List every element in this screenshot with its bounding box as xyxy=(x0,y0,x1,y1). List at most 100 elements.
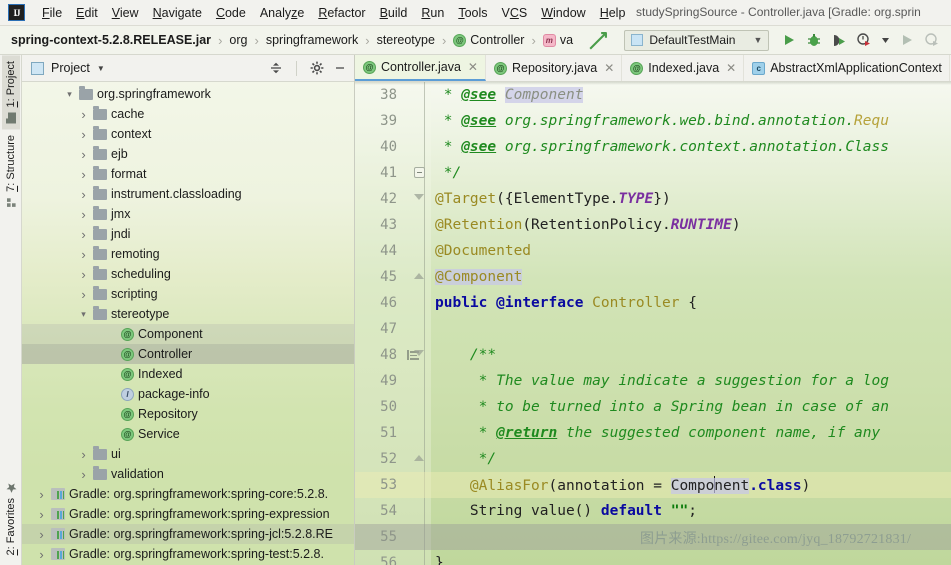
editor-tab-bar[interactable]: @ Controller.java ✕ @ Repository.java ✕ @ Index… xyxy=(355,55,951,82)
tree-item[interactable]: › Gradle: org.springframework:spring-core… xyxy=(22,484,354,504)
close-icon[interactable]: ✕ xyxy=(468,60,478,74)
sidebar-item-favorites[interactable]: 2: Favorites xyxy=(2,476,20,561)
chevron-right-icon[interactable]: › xyxy=(78,107,89,122)
tree-item[interactable]: › jndi xyxy=(22,224,354,244)
code-line[interactable]: 48 /** xyxy=(355,342,951,368)
code-line[interactable]: 51 * @return the suggested component nam… xyxy=(355,420,951,446)
debug-icon[interactable] xyxy=(806,32,822,48)
tree-item[interactable]: › instrument.classloading xyxy=(22,184,354,204)
profile-dropdown-icon[interactable] xyxy=(881,32,890,48)
tree-item[interactable]: › scheduling xyxy=(22,264,354,284)
tree-item[interactable]: › ejb xyxy=(22,144,354,164)
chevron-down-icon[interactable]: ▼ xyxy=(97,64,105,73)
gear-icon[interactable] xyxy=(309,60,325,76)
breadcrumb-controller[interactable]: @ Controller xyxy=(450,32,527,48)
menu-refactor[interactable]: Refactor xyxy=(311,4,372,22)
menu-vcs[interactable]: VCS xyxy=(495,4,535,22)
gutter-mark[interactable] xyxy=(405,264,431,290)
chevron-right-icon[interactable]: › xyxy=(36,507,47,522)
menu-tools[interactable]: Tools xyxy=(451,4,494,22)
chevron-right-icon[interactable]: › xyxy=(78,467,89,482)
close-icon[interactable]: ✕ xyxy=(726,61,736,75)
menu-edit[interactable]: Edit xyxy=(69,4,105,22)
chevron-down-icon[interactable]: ▾ xyxy=(78,309,89,320)
tree-item[interactable]: @ Service xyxy=(22,424,354,444)
code-line[interactable]: 50 * to be turned into a Spring bean in … xyxy=(355,394,951,420)
tree-item[interactable]: Ipackage-info xyxy=(22,384,354,404)
menu-analyze[interactable]: Analyze xyxy=(253,4,311,22)
chevron-right-icon[interactable]: › xyxy=(78,147,89,162)
chevron-right-icon[interactable]: › xyxy=(36,487,47,502)
tree-item[interactable]: › scripting xyxy=(22,284,354,304)
code-line[interactable]: 41 */ xyxy=(355,160,951,186)
breadcrumb-springframework[interactable]: springframework xyxy=(263,32,361,48)
tree-item[interactable]: › ui xyxy=(22,444,354,464)
tree-item[interactable]: @ Repository xyxy=(22,404,354,424)
menu-navigate[interactable]: Navigate xyxy=(146,4,209,22)
tree-item[interactable]: @ Indexed xyxy=(22,364,354,384)
fold-expand-icon[interactable] xyxy=(414,350,424,356)
code-line[interactable]: 44 @Documented xyxy=(355,238,951,264)
collapse-all-icon[interactable] xyxy=(268,60,284,76)
tree-item[interactable]: › context xyxy=(22,124,354,144)
code-line[interactable]: 38 * @see Component xyxy=(355,82,951,108)
minimize-icon[interactable] xyxy=(332,60,348,76)
tree-item[interactable]: @ Component xyxy=(22,324,354,344)
chevron-right-icon[interactable]: › xyxy=(78,187,89,202)
run-with-coverage-icon[interactable] xyxy=(831,32,847,48)
project-tree[interactable]: ▾ org.springframework › cache › context › ejb › f… xyxy=(22,82,354,565)
code-line[interactable]: 39 * @see org.springframework.web.bind.a… xyxy=(355,108,951,134)
chevron-right-icon[interactable]: › xyxy=(36,547,47,562)
menu-help[interactable]: Help xyxy=(593,4,633,22)
editor-tab[interactable]: @ Repository.java ✕ xyxy=(486,55,623,81)
close-icon[interactable]: ✕ xyxy=(604,61,614,75)
code-line[interactable]: 52 */ xyxy=(355,446,951,472)
code-line[interactable]: 40 * @see org.springframework.context.an… xyxy=(355,134,951,160)
gutter-mark[interactable] xyxy=(405,342,431,368)
chevron-right-icon[interactable]: › xyxy=(78,247,89,262)
code-line[interactable]: 47 xyxy=(355,316,951,342)
tree-item[interactable]: › remoting xyxy=(22,244,354,264)
chevron-right-icon[interactable]: › xyxy=(78,207,89,222)
code-line[interactable]: 49 * The value may indicate a suggestion… xyxy=(355,368,951,394)
editor-tab[interactable]: c AbstractXmlApplicationContext xyxy=(744,55,950,81)
fold-collapse-icon[interactable] xyxy=(414,167,425,178)
chevron-right-icon[interactable]: › xyxy=(78,167,89,182)
menu-file[interactable]: File xyxy=(35,4,69,22)
chevron-right-icon[interactable]: › xyxy=(78,227,89,242)
code-line-selected[interactable]: 55 xyxy=(355,524,951,550)
code-line[interactable]: 56 } xyxy=(355,550,951,565)
menu-view[interactable]: View xyxy=(105,4,146,22)
breadcrumb-method[interactable]: m va xyxy=(540,32,576,48)
tree-item[interactable]: › validation xyxy=(22,464,354,484)
fold-expand-icon[interactable] xyxy=(414,194,424,200)
gutter-mark[interactable] xyxy=(405,186,431,212)
chevron-right-icon[interactable]: › xyxy=(78,267,89,282)
menu-code[interactable]: Code xyxy=(209,4,253,22)
code-line[interactable]: 42 @Target({ElementType.TYPE}) xyxy=(355,186,951,212)
code-line[interactable]: 46 public @interface Controller { xyxy=(355,290,951,316)
code-line[interactable]: 45 @Component xyxy=(355,264,951,290)
editor-tab[interactable]: @ Indexed.java ✕ xyxy=(622,55,745,81)
breadcrumb-org[interactable]: org xyxy=(226,32,250,48)
tree-item[interactable]: ▾ org.springframework xyxy=(22,84,354,104)
fold-collapse-icon[interactable] xyxy=(414,273,424,279)
sidebar-item-project[interactable]: 1: Project xyxy=(1,55,20,130)
editor-tab[interactable]: @ Controller.java ✕ xyxy=(355,55,486,81)
breadcrumb-stereotype[interactable]: stereotype xyxy=(374,32,438,48)
code-line[interactable]: 54 String value() default ""; xyxy=(355,498,951,524)
code-viewport[interactable]: 38 * @see Component 39 * @see org.spring… xyxy=(355,82,951,565)
code-line[interactable]: 43 @Retention(RetentionPolicy.RUNTIME) xyxy=(355,212,951,238)
gutter-mark[interactable] xyxy=(405,160,431,186)
tree-item[interactable]: › Gradle: org.springframework:spring-test… xyxy=(22,544,354,564)
tree-item[interactable]: @ Controller xyxy=(22,344,354,364)
chevron-right-icon[interactable]: › xyxy=(78,127,89,142)
fold-collapse-icon[interactable] xyxy=(414,455,424,461)
run-icon[interactable] xyxy=(781,32,797,48)
tree-item[interactable]: › jmx xyxy=(22,204,354,224)
run-configuration-selector[interactable]: DefaultTestMain ▼ xyxy=(624,29,770,51)
chevron-right-icon[interactable]: › xyxy=(78,287,89,302)
menu-run[interactable]: Run xyxy=(414,4,451,22)
code-line-current[interactable]: 53 @AliasFor(annotation = Component.clas… xyxy=(355,472,951,498)
tree-item[interactable]: › Gradle: org.springframework:spring-jcl:… xyxy=(22,524,354,544)
